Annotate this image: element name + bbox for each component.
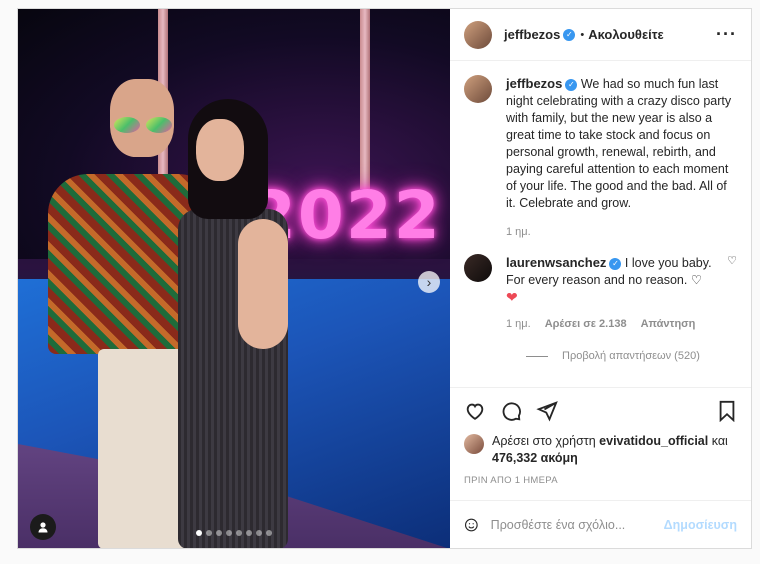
carousel-dot bbox=[216, 530, 222, 536]
carousel-dot bbox=[226, 530, 232, 536]
likes-summary: Αρέσει στο χρήστη evivatidou_official κα… bbox=[450, 433, 751, 467]
carousel-dot bbox=[256, 530, 262, 536]
likes-count[interactable]: 476,332 ακόμη bbox=[492, 451, 578, 465]
replies-divider-line bbox=[526, 355, 548, 357]
comments-section: jeffbezos ✓ We had so much fun last night… bbox=[450, 61, 751, 387]
reply-button[interactable]: Απάντηση bbox=[641, 318, 696, 330]
carousel-dot bbox=[266, 530, 272, 536]
caption-username[interactable]: jeffbezos bbox=[506, 76, 562, 91]
comment-time[interactable]: 1 ημ. bbox=[506, 318, 531, 330]
carousel-dot bbox=[196, 530, 202, 536]
post-sidebar: jeffbezos ✓ • Ακολουθείτε ··· jeffbezos ✓… bbox=[450, 9, 751, 548]
emoji-icon[interactable] bbox=[464, 514, 479, 536]
view-replies-button[interactable]: Προβολή απαντήσεων (520) bbox=[526, 350, 737, 362]
tagged-users-button[interactable] bbox=[30, 514, 56, 540]
comment-item: laurenwsanchez ✓ I love you baby. For eve… bbox=[464, 254, 737, 330]
red-heart-emoji: ❤ bbox=[506, 289, 518, 305]
verified-badge-icon: ✓ bbox=[565, 78, 578, 91]
view-replies-label: Προβολή απαντήσεων (520) bbox=[562, 350, 700, 362]
comment-icon[interactable] bbox=[500, 400, 522, 422]
action-bar bbox=[450, 387, 751, 433]
carousel-dot bbox=[246, 530, 252, 536]
caption: jeffbezos ✓ We had so much fun last night… bbox=[464, 75, 737, 238]
likes-user[interactable]: evivatidou_official bbox=[599, 434, 708, 448]
add-comment-bar: Δημοσίευση bbox=[450, 500, 751, 548]
post-header: jeffbezos ✓ • Ακολουθείτε ··· bbox=[450, 9, 751, 61]
next-photo-button[interactable]: › bbox=[418, 271, 440, 293]
comment-username[interactable]: laurenwsanchez bbox=[506, 255, 606, 270]
avatar[interactable] bbox=[464, 75, 492, 103]
post-frame: 2022 › jeffbezos ✓ • Ακολουθείτε ··· jef… bbox=[17, 8, 752, 549]
bookmark-icon[interactable] bbox=[717, 400, 737, 422]
verified-badge-icon: ✓ bbox=[563, 28, 576, 41]
post-photo[interactable]: 2022 › bbox=[18, 9, 450, 548]
comment-likes[interactable]: Αρέσει σε 2.138 bbox=[545, 318, 627, 330]
more-options-icon[interactable]: ··· bbox=[716, 24, 737, 45]
comment-like-heart-icon[interactable]: ♡ bbox=[727, 254, 737, 330]
heart-icon[interactable] bbox=[464, 400, 486, 422]
carousel-indicator bbox=[18, 530, 450, 536]
post-timestamp[interactable]: ΠΡΙΝ ΑΠΟ 1 ΗΜΕΡΑ bbox=[450, 467, 751, 486]
comment-input[interactable] bbox=[490, 517, 652, 532]
avatar[interactable] bbox=[464, 20, 492, 49]
share-icon[interactable] bbox=[536, 400, 558, 422]
caption-text: We had so much fun last night celebratin… bbox=[506, 77, 732, 210]
palm-trunk bbox=[360, 9, 370, 189]
following-button[interactable]: Ακολουθείτε bbox=[588, 27, 664, 42]
post-button[interactable]: Δημοσίευση bbox=[664, 518, 737, 532]
carousel-dot bbox=[236, 530, 242, 536]
likes-conj: και bbox=[711, 434, 728, 448]
header-username[interactable]: jeffbezos bbox=[504, 27, 560, 42]
separator: • bbox=[580, 28, 585, 41]
chevron-right-icon: › bbox=[426, 274, 432, 290]
avatar[interactable] bbox=[464, 254, 492, 282]
avatar[interactable] bbox=[464, 434, 484, 454]
likes-prefix: Αρέσει στο χρήστη bbox=[492, 434, 596, 448]
person-woman bbox=[168, 99, 318, 548]
caption-time[interactable]: 1 ημ. bbox=[506, 226, 531, 238]
carousel-dot bbox=[206, 530, 212, 536]
verified-badge-icon: ✓ bbox=[609, 257, 622, 270]
